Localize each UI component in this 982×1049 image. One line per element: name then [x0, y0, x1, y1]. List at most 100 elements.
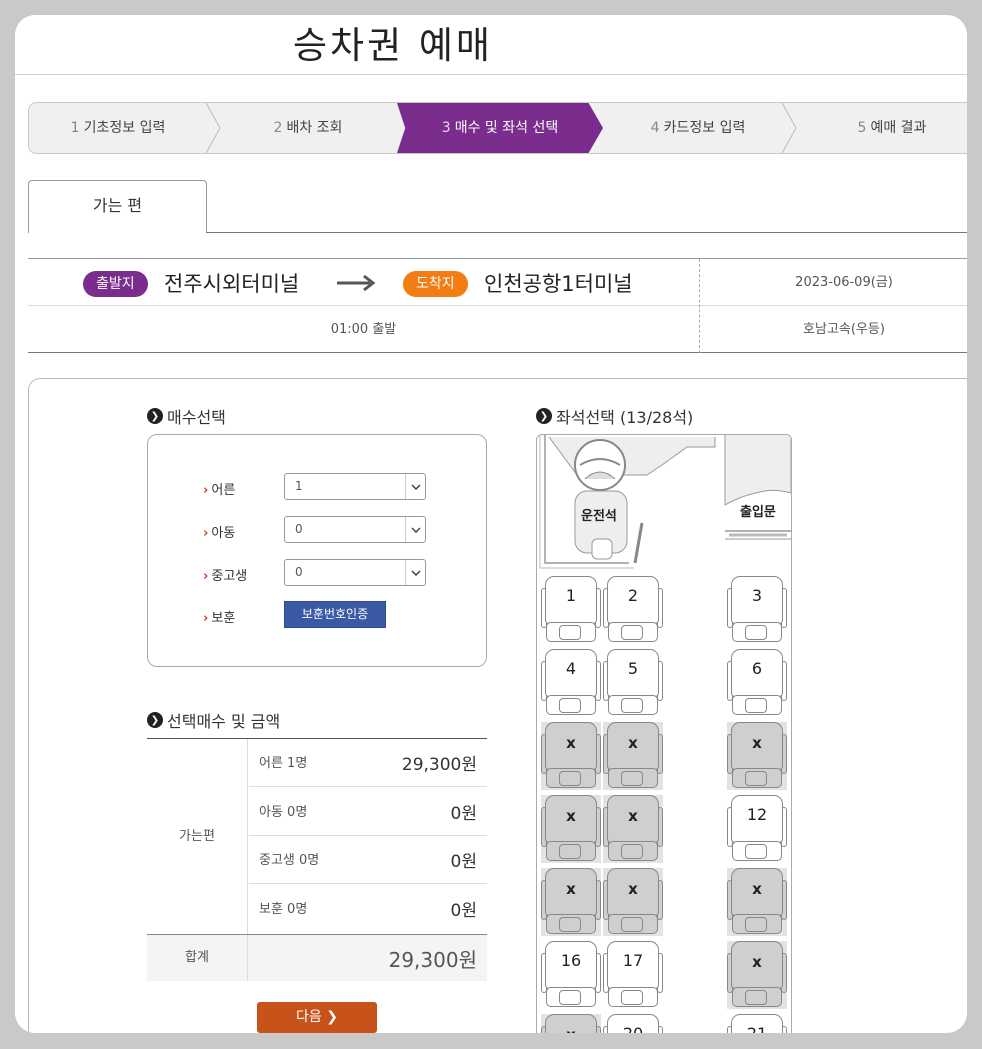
veteran-label: › 보훈 — [203, 607, 235, 626]
select-value: 1 — [295, 479, 303, 493]
seat-number: x — [752, 880, 762, 898]
seat-number: 20 — [613, 1024, 653, 1033]
chevron-down-icon — [405, 474, 425, 499]
button-label: 다음 — [296, 1009, 322, 1025]
child-select[interactable]: 0 — [284, 516, 426, 543]
seat-taken: x — [603, 795, 663, 863]
select-value: 0 — [295, 522, 303, 536]
seat-number: 1 — [565, 586, 577, 605]
row-value: 29,300원 — [401, 755, 477, 775]
departure-time: 01:00 출발 — [330, 322, 397, 337]
seat-number: 21 — [737, 1024, 777, 1033]
select-value: 0 — [295, 565, 303, 579]
tab-outbound[interactable]: 가는 편 — [28, 180, 207, 233]
departure-date: 2023-06-09(금) — [795, 275, 893, 290]
seat-number: x — [752, 734, 762, 752]
step-3-active: 3 매수 및 좌석 선택 — [397, 103, 603, 153]
caret-icon: › — [203, 611, 209, 626]
seat-taken: x — [727, 941, 787, 1009]
seat-20[interactable]: 20 — [603, 1014, 663, 1033]
seat-17[interactable]: 17 — [603, 941, 663, 1009]
summary-table: 가는편 어른 1명 29,300원 아동 0명 0원 중고생 0명 0원 보훈 0명 0… — [147, 738, 487, 981]
departure-badge: 출발지 — [83, 271, 148, 297]
seat-number: 17 — [622, 951, 644, 970]
seat-21[interactable]: 21 — [727, 1014, 787, 1033]
section-title-text: 매수선택 — [167, 408, 226, 427]
row-label: 보훈 0명 — [259, 902, 308, 917]
caret-icon: › — [203, 483, 209, 498]
step-label: 배차 조회 — [286, 120, 343, 136]
seat-1[interactable]: 1 — [541, 576, 601, 644]
seat-number: x — [752, 953, 762, 971]
student-label: › 중고생 — [203, 565, 247, 584]
title-divider — [15, 74, 967, 75]
seat-number: x — [566, 880, 576, 898]
child-label: › 아동 — [203, 522, 235, 541]
total-row: 합계 29,300원 — [147, 934, 487, 981]
total-value: 29,300원 — [388, 948, 477, 972]
total-label: 합계 — [147, 935, 248, 981]
seat-number: 4 — [565, 659, 577, 678]
chevron-circle-icon: ❯ — [536, 408, 552, 424]
label-text: 어른 — [211, 483, 236, 498]
progress-steps: 1 기초정보 입력 2 배차 조회 3 매수 및 좌석 선택 4 카드정보 입력 5 예매… — [28, 102, 967, 154]
section-title-text: 선택매수 및 금액 — [167, 712, 281, 731]
booking-panel: 승차권 예매 1 기초정보 입력 2 배차 조회 3 매수 및 좌석 선택 4 카드정보… — [15, 15, 967, 1033]
row-label: 아동 0명 — [259, 805, 308, 820]
seat-16[interactable]: 16 — [541, 941, 601, 1009]
seat-5[interactable]: 5 — [603, 649, 663, 717]
seat-12[interactable]: 12 — [727, 795, 787, 863]
summary-row: 아동 0명 0원 — [249, 788, 487, 836]
step-label: 카드정보 입력 — [663, 120, 746, 136]
seat-taken: x — [541, 868, 601, 936]
row-label: 어른 1명 — [259, 756, 308, 771]
seat-number: 6 — [751, 659, 763, 678]
label-text: 중고생 — [211, 569, 248, 584]
seat-number: 16 — [560, 951, 582, 970]
summary-section-title: ❯ 선택매수 및 금액 — [147, 708, 280, 732]
seat-number: 12 — [746, 805, 768, 824]
step-4: 4 카드정보 입력 — [609, 103, 787, 153]
seat-3[interactable]: 3 — [727, 576, 787, 644]
row-label: 중고생 0명 — [259, 853, 320, 868]
step-label: 기초정보 입력 — [83, 120, 166, 136]
step-number: 5 — [857, 120, 867, 136]
seat-taken: x — [541, 795, 601, 863]
tab-underline — [206, 232, 967, 233]
seat-number: x — [628, 807, 638, 825]
next-button[interactable]: 다음 ❯ — [257, 1002, 377, 1033]
page-title: 승차권 예매 — [293, 24, 493, 67]
summary-row: 어른 1명 29,300원 — [249, 739, 487, 787]
seat-taken: x — [603, 722, 663, 790]
step-5: 5 예매 결과 — [797, 103, 967, 153]
row-value: 0원 — [450, 804, 477, 824]
chevron-right-icon: ❯ — [326, 1009, 338, 1025]
chevron-circle-icon: ❯ — [147, 408, 163, 424]
seat-number: x — [628, 734, 638, 752]
seat-taken: x — [541, 722, 601, 790]
seat-number: 2 — [627, 586, 639, 605]
seat-6[interactable]: 6 — [727, 649, 787, 717]
step-number: 3 — [441, 120, 451, 136]
seat-number: 5 — [627, 659, 639, 678]
student-select[interactable]: 0 — [284, 559, 426, 586]
step-1: 1 기초정보 입력 — [29, 103, 207, 153]
departure-place: 전주시외터미널 — [164, 272, 300, 296]
step-2: 2 배차 조회 — [219, 103, 397, 153]
chevron-down-icon — [405, 517, 425, 542]
step-label: 매수 및 좌석 선택 — [454, 120, 559, 136]
seat-2[interactable]: 2 — [603, 576, 663, 644]
chevron-right-icon — [781, 103, 797, 153]
seat-4[interactable]: 4 — [541, 649, 601, 717]
chevron-circle-icon: ❯ — [147, 712, 163, 728]
step-number: 2 — [273, 120, 283, 136]
veteran-verify-button[interactable]: 보훈번호인증 — [284, 601, 386, 628]
adult-select[interactable]: 1 — [284, 473, 426, 500]
step-label: 예매 결과 — [870, 120, 927, 136]
row-value: 0원 — [450, 852, 477, 872]
seat-taken: x — [603, 868, 663, 936]
seat-taken: x — [727, 868, 787, 936]
count-section-title: ❯ 매수선택 — [147, 404, 226, 428]
driver-seat-label: 운전석 — [581, 509, 617, 524]
caret-icon: › — [203, 526, 209, 541]
